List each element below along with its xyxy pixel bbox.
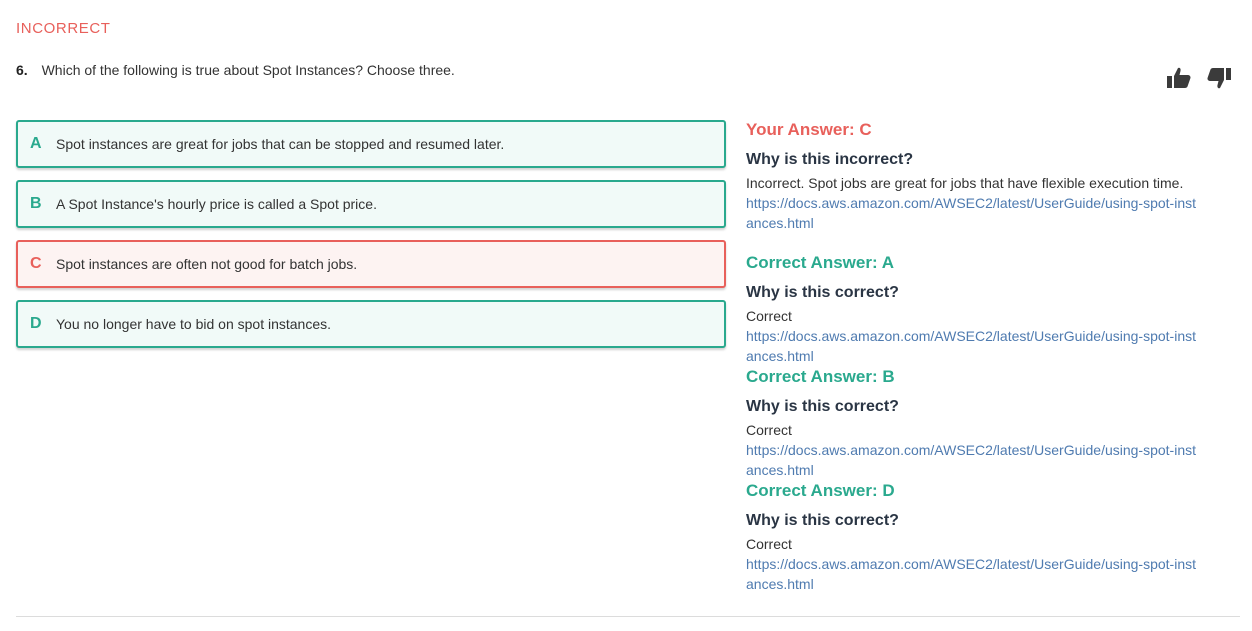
reference-link[interactable]: https://docs.aws.amazon.com/AWSEC2/lates… (746, 193, 1196, 233)
thumbs-up-icon[interactable] (1166, 66, 1192, 90)
your-answer-heading: Your Answer: C (746, 120, 872, 139)
correct-answer-block: Correct Answer: B Why is this correct? C… (746, 366, 1246, 480)
option-letter: D (30, 315, 42, 332)
option-d[interactable]: D You no longer have to bid on spot inst… (16, 300, 726, 348)
option-b[interactable]: B A Spot Instance's hourly price is call… (16, 180, 726, 228)
feedback-buttons (1166, 66, 1232, 90)
thumbs-down-icon[interactable] (1206, 66, 1232, 90)
answer-explanations: Your Answer: C Why is this incorrect? In… (746, 119, 1246, 594)
option-text: You no longer have to bid on spot instan… (56, 316, 332, 332)
option-text: Spot instances are often not good for ba… (56, 256, 358, 272)
explanation-text: Correct (746, 536, 792, 552)
explanation-text: Correct (746, 422, 792, 438)
option-letter: B (30, 195, 42, 212)
question: 6. Which of the following is true about … (16, 62, 455, 78)
why-correct-heading: Why is this correct? (746, 512, 899, 529)
reference-link[interactable]: https://docs.aws.amazon.com/AWSEC2/lates… (746, 440, 1196, 480)
correct-answer-heading: Correct Answer: D (746, 481, 895, 500)
reference-link[interactable]: https://docs.aws.amazon.com/AWSEC2/lates… (746, 326, 1196, 366)
answer-options: A Spot instances are great for jobs that… (16, 120, 726, 360)
question-number: 6. (16, 62, 28, 78)
correct-answer-block: Correct Answer: D Why is this correct? C… (746, 480, 1246, 594)
result-status-label: INCORRECT (16, 20, 111, 37)
why-correct-heading: Why is this correct? (746, 398, 899, 415)
correct-answer-heading: Correct Answer: A (746, 253, 894, 272)
your-answer-block: Your Answer: C Why is this incorrect? In… (746, 119, 1246, 233)
question-text: Which of the following is true about Spo… (41, 62, 455, 78)
explanation-text: Correct (746, 308, 792, 324)
why-correct-heading: Why is this correct? (746, 284, 899, 301)
why-incorrect-heading: Why is this incorrect? (746, 151, 914, 168)
bottom-divider (16, 616, 1240, 617)
option-text: A Spot Instance's hourly price is called… (56, 196, 377, 212)
correct-answer-heading: Correct Answer: B (746, 367, 895, 386)
reference-link[interactable]: https://docs.aws.amazon.com/AWSEC2/lates… (746, 554, 1196, 594)
option-letter: C (30, 255, 42, 272)
correct-answer-block: Correct Answer: A Why is this correct? C… (746, 252, 1246, 366)
option-text: Spot instances are great for jobs that c… (56, 136, 505, 152)
option-c[interactable]: C Spot instances are often not good for … (16, 240, 726, 288)
explanation-text: Incorrect. Spot jobs are great for jobs … (746, 175, 1184, 191)
option-letter: A (30, 135, 42, 152)
option-a[interactable]: A Spot instances are great for jobs that… (16, 120, 726, 168)
